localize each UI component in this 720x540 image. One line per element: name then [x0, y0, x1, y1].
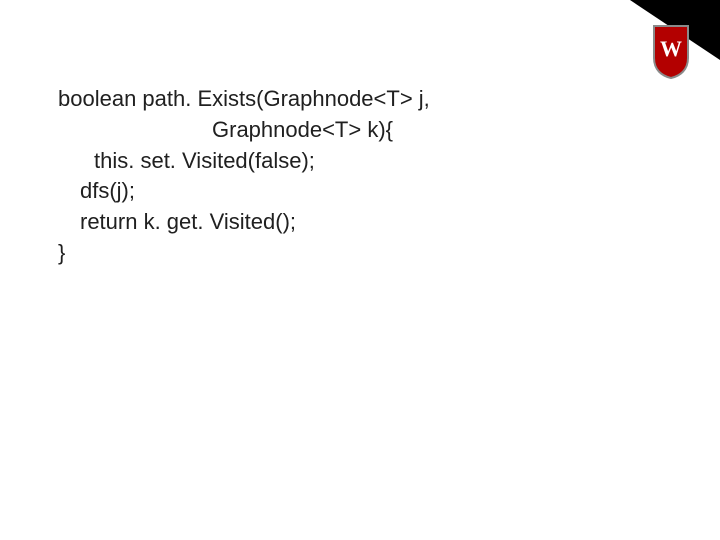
uw-crest-logo: W: [652, 24, 690, 80]
code-line-5: return k. get. Visited();: [58, 207, 660, 238]
code-line-1: boolean path. Exists(Graphnode<T> j,: [58, 84, 660, 115]
code-line-4: dfs(j);: [58, 176, 660, 207]
code-line-2: Graphnode<T> k){: [58, 115, 660, 146]
code-line-3: this. set. Visited(false);: [58, 146, 660, 177]
code-block: boolean path. Exists(Graphnode<T> j, Gra…: [58, 84, 660, 269]
code-line-6: }: [58, 238, 660, 269]
slide: W boolean path. Exists(Graphnode<T> j, G…: [0, 0, 720, 540]
shield-icon: W: [652, 24, 690, 80]
logo-letter: W: [660, 36, 682, 61]
